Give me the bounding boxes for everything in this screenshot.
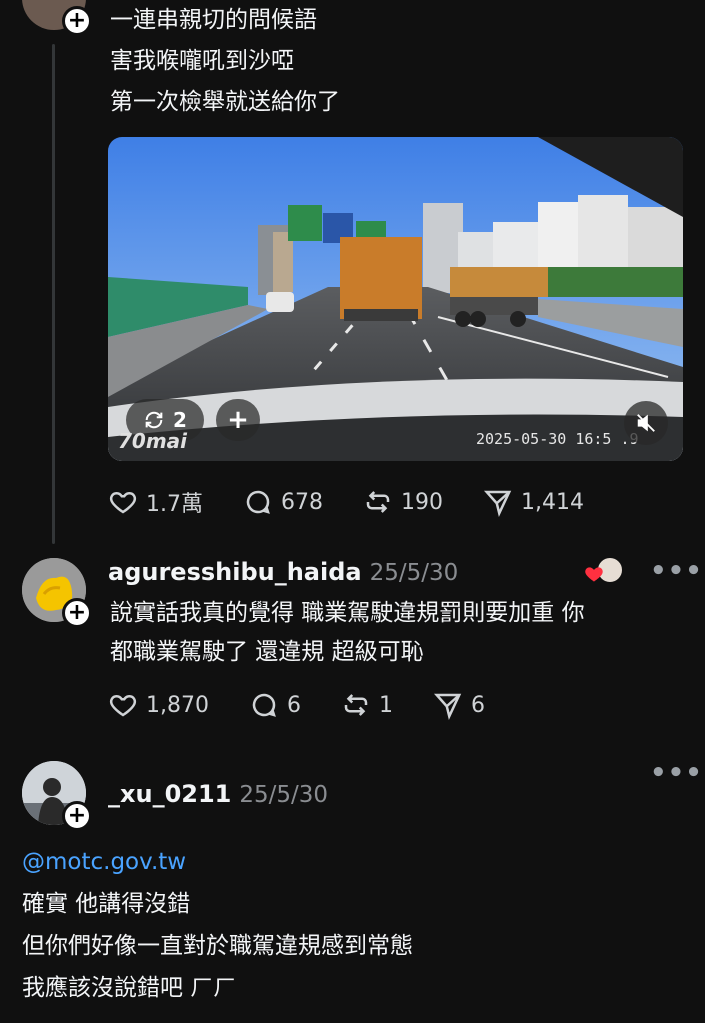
follow-plus-icon[interactable]: + [62,598,92,628]
reply-header: _xu_0211 25/5/30 [108,777,328,812]
comment-count: 6 [286,692,301,718]
heart-icon [109,694,137,717]
post-text-line: 第一次檢舉就送給你了 [110,89,340,115]
like-button[interactable]: 1,870 [108,690,209,720]
comment-button[interactable]: 678 [243,487,323,517]
mute-button[interactable] [624,401,668,445]
speaker-muted-icon [637,414,655,432]
repost-count: 1 [378,692,393,718]
follow-plus-icon[interactable]: + [62,6,92,36]
username[interactable]: _xu_0211 [108,780,231,808]
repost-button[interactable]: 190 [363,487,443,517]
comment-icon [252,693,276,717]
mention-link[interactable]: @motc.gov.tw [22,842,186,882]
share-count: 6 [470,692,485,718]
reply-text-line: 確實 他講得沒錯 [22,891,191,917]
share-button[interactable]: 6 [433,690,485,720]
comment-count: 678 [281,489,323,515]
add-button[interactable]: + [216,399,260,441]
share-button[interactable]: 1,414 [483,487,584,517]
like-count: 1,870 [146,692,209,718]
send-icon [433,693,462,720]
post-date: 25/5/30 [369,560,459,586]
dashcam-brand: 70mai [118,429,188,453]
repost-icon [344,694,368,716]
more-options-button[interactable]: ••• [650,758,703,788]
username[interactable]: aguresshibu_haida [108,558,362,586]
repost-count: 190 [401,489,443,515]
video-timestamp: 2025-05-30 16:5 .9 [476,430,639,448]
comment-icon [246,490,270,514]
reply-text-line: 但你們好像一直對於職駕違規感到常態 [22,933,413,959]
post-text-line: 害我喉嚨吼到沙啞 [110,48,294,74]
heart-filled-icon [585,567,603,582]
reply-text-line: 說實話我真的覺得 職業駕駛違規罰則要加重 你 [110,600,585,626]
more-options-button[interactable]: ••• [650,556,703,586]
post-text-line: 一連串親切的問候語 [110,7,317,33]
thread-line [52,44,55,544]
reply-actions: 1,870 6 1 6 [108,690,525,720]
repost-icon [145,411,163,429]
like-count: 1.7萬 [146,492,203,517]
reply-header: aguresshibu_haida 25/5/30 [108,555,458,590]
send-icon [483,490,512,517]
post-date: 25/5/30 [239,782,329,808]
video-player[interactable]: 2 + 70mai 2025-05-30 16:5 .9 [108,137,683,461]
author-liked-indicator [584,556,628,586]
share-count: 1,414 [521,489,584,515]
post-actions: 1.7萬 678 190 1,414 [108,486,624,518]
comment-button[interactable]: 6 [249,690,301,720]
repost-icon [366,491,390,513]
follow-plus-icon[interactable]: + [62,801,92,831]
reply-text-line: 都職業駕駛了 還違規 超級可恥 [110,639,424,665]
repost-button[interactable]: 1 [341,690,393,720]
like-button[interactable]: 1.7萬 [108,486,203,518]
heart-icon [109,491,137,514]
reply-text-line: 我應該沒說錯吧 ㄏㄏ [22,975,237,1001]
